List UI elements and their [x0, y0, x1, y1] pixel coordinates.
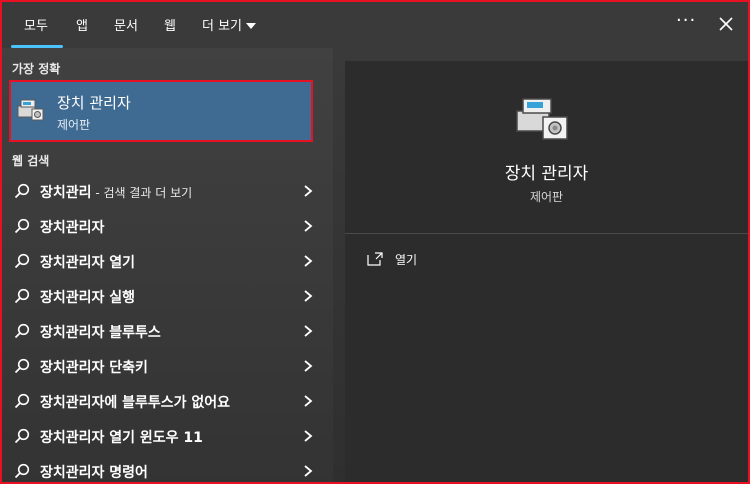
tab-documents[interactable]: 문서	[114, 15, 138, 34]
web-search-query: 장치관리자 명령어	[40, 465, 148, 481]
detail-divider	[345, 233, 748, 234]
chevron-right-icon	[304, 255, 313, 267]
web-search-query: 장치관리자에 블루투스가 없어요	[40, 395, 231, 411]
web-search-result-text: 장치관리자 단축키	[40, 357, 148, 377]
web-search-result[interactable]: 장치관리자 블루투스	[2, 314, 333, 348]
web-search-query: 장치관리자 단축키	[40, 360, 148, 376]
best-match-title: 장치 관리자	[57, 94, 131, 112]
web-search-result[interactable]: 장치관리자에 블루투스가 없어요	[2, 384, 333, 418]
search-icon	[14, 253, 30, 269]
search-icon	[14, 183, 30, 199]
detail-subtitle: 제어판	[529, 190, 564, 204]
chevron-right-icon	[304, 360, 313, 372]
best-match-heading: 가장 정확	[12, 62, 61, 76]
web-search-query: 장치관리자 열기 윈도우 11	[40, 430, 203, 446]
web-search-query: 장치관리자 열기	[40, 255, 136, 271]
detail-panel: 장치 관리자 제어판 열기	[345, 61, 748, 482]
web-search-result[interactable]: 장치관리자 명령어	[2, 454, 333, 482]
web-search-result-text: 장치관리 - 검색 결과 더 보기	[40, 182, 192, 202]
web-search-query: 장치관리자	[40, 220, 105, 236]
web-search-result[interactable]: 장치관리자 열기	[2, 244, 333, 278]
tab-all[interactable]: 모두	[24, 15, 48, 34]
search-icon	[14, 428, 30, 444]
open-action-label: 열기	[395, 253, 418, 267]
web-search-query: 장치관리	[40, 185, 92, 201]
search-icon	[14, 393, 30, 409]
web-search-result-text: 장치관리자 명령어	[40, 462, 148, 482]
results-panel: 가장 정확 장치 관리자 제어판 웹 검색 장치관리 - 검색 결과 더 보기 장…	[2, 48, 333, 482]
chevron-right-icon	[304, 430, 313, 442]
best-match-subtitle: 제어판	[57, 118, 91, 132]
search-icon	[14, 288, 30, 304]
web-search-query: 장치관리자 블루투스	[40, 325, 161, 341]
web-search-result-text: 장치관리자 열기 윈도우 11	[40, 427, 203, 447]
open-action[interactable]: 열기	[367, 250, 487, 272]
web-search-result-text: 장치관리자에 블루투스가 없어요	[40, 392, 230, 412]
best-match-result[interactable]: 장치 관리자 제어판	[9, 80, 313, 142]
web-search-suffix: - 검색 결과 더 보기	[91, 186, 193, 200]
chevron-right-icon	[304, 220, 313, 232]
chevron-right-icon	[304, 290, 313, 302]
web-search-heading: 웹 검색	[12, 154, 50, 168]
web-search-result-text: 장치관리자	[40, 217, 104, 237]
device-manager-icon	[516, 98, 568, 140]
tab-more-label: 더 보기	[202, 19, 243, 34]
web-search-query: 장치관리자 실행	[40, 290, 136, 306]
web-search-result[interactable]: 장치관리 - 검색 결과 더 보기	[2, 174, 333, 208]
search-icon	[14, 323, 30, 339]
search-icon	[14, 463, 30, 479]
chevron-right-icon	[304, 395, 313, 407]
web-search-result-text: 장치관리자 실행	[40, 287, 135, 307]
close-icon[interactable]	[716, 14, 736, 34]
chevron-down-icon	[246, 22, 257, 29]
tab-more[interactable]: 더 보기	[202, 15, 257, 34]
chevron-right-icon	[304, 325, 313, 337]
search-icon	[14, 218, 30, 234]
search-icon	[14, 358, 30, 374]
tab-web[interactable]: 웹	[164, 15, 176, 34]
more-options-button[interactable]: ···	[676, 10, 696, 31]
web-search-result[interactable]: 장치관리자 실행	[2, 279, 333, 313]
search-window: 모두 앱 문서 웹 더 보기 ··· 가장 정확 장치 관리자 제어판 웹 검색…	[0, 0, 750, 484]
web-search-result-text: 장치관리자 블루투스	[40, 322, 161, 342]
web-search-result[interactable]: 장치관리자 열기 윈도우 11	[2, 419, 333, 453]
tab-apps[interactable]: 앱	[76, 15, 88, 34]
detail-title: 장치 관리자	[504, 164, 589, 184]
open-icon	[367, 252, 383, 266]
web-search-result[interactable]: 장치관리자 단축키	[2, 349, 333, 383]
chevron-right-icon	[304, 465, 313, 477]
device-manager-icon	[17, 99, 44, 121]
chevron-right-icon	[304, 185, 313, 197]
web-search-result[interactable]: 장치관리자	[2, 209, 333, 243]
search-tab-bar: 모두 앱 문서 웹 더 보기 ···	[2, 2, 748, 48]
web-search-result-text: 장치관리자 열기	[40, 252, 135, 272]
